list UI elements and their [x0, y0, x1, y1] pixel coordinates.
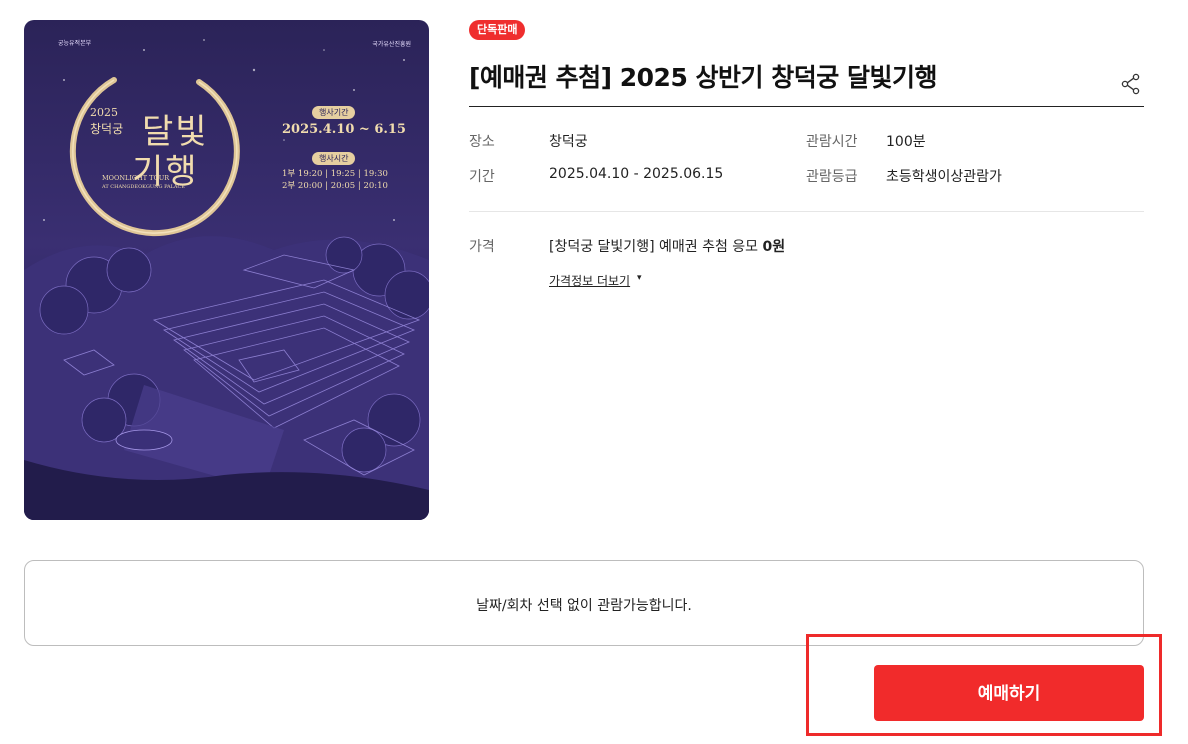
poster-org-right: 국가유산진흥원 [372, 41, 411, 48]
runtime-label: 관람시간 [806, 134, 858, 150]
poster-year: 2025 [90, 106, 118, 119]
price-item: [창덕궁 달빛기행] 예매권 추첨 응모 [549, 239, 759, 255]
period-value: 2025.04.10 - 2025.06.15 [549, 166, 724, 182]
poster-english-title: MOONLIGHT TOUR [102, 174, 170, 182]
poster-palace: 창덕궁 [90, 122, 124, 136]
book-button[interactable]: 예매하기 [874, 665, 1144, 721]
rating-label: 관람등급 [806, 169, 858, 185]
poster-english-subtitle: AT CHANGDEOKGUNG PALACE [102, 184, 186, 190]
poster-illustration [24, 39, 429, 520]
poster-time-label: 행사시간 [312, 152, 356, 165]
notice-text: 날짜/회차 선택 없이 관람가능합니다. [476, 598, 692, 614]
poster-dates: 2025.4.10 ~ 6.15 [282, 122, 406, 137]
title-divider [469, 106, 1144, 107]
price-more-link[interactable]: 가격정보 더보기 [549, 272, 630, 289]
exclusive-sale-badge: 단독판매 [469, 20, 526, 40]
poster-period-label: 행사기간 [312, 106, 356, 119]
info-divider [469, 211, 1144, 212]
place-value: 창덕궁 [549, 134, 588, 150]
caret-down-icon[interactable]: ▾ [637, 273, 642, 283]
period-label: 기간 [469, 169, 495, 185]
poster-image: 궁능유적본부 국가유산진흥원 2025 창덕궁 달빛 기행 MOONLIGHT … [24, 20, 429, 520]
rating-value: 초등학생이상관람가 [886, 169, 1002, 185]
poster-org-left: 궁능유적본부 [58, 40, 92, 47]
place-label: 장소 [469, 134, 495, 150]
runtime-value: 100분 [886, 134, 926, 150]
poster-times: 1부 19:20 | 19:25 | 19:30 2부 20:00 | 20:0… [282, 169, 388, 191]
price-line: [창덕궁 달빛기행] 예매권 추첨 응모 0원 [549, 236, 785, 256]
page-title: [예매권 추첨] 2025 상반기 창덕궁 달빛기행 [469, 63, 937, 92]
share-icon[interactable] [1120, 73, 1142, 95]
price-label: 가격 [469, 239, 495, 255]
price-amount: 0원 [762, 239, 786, 255]
